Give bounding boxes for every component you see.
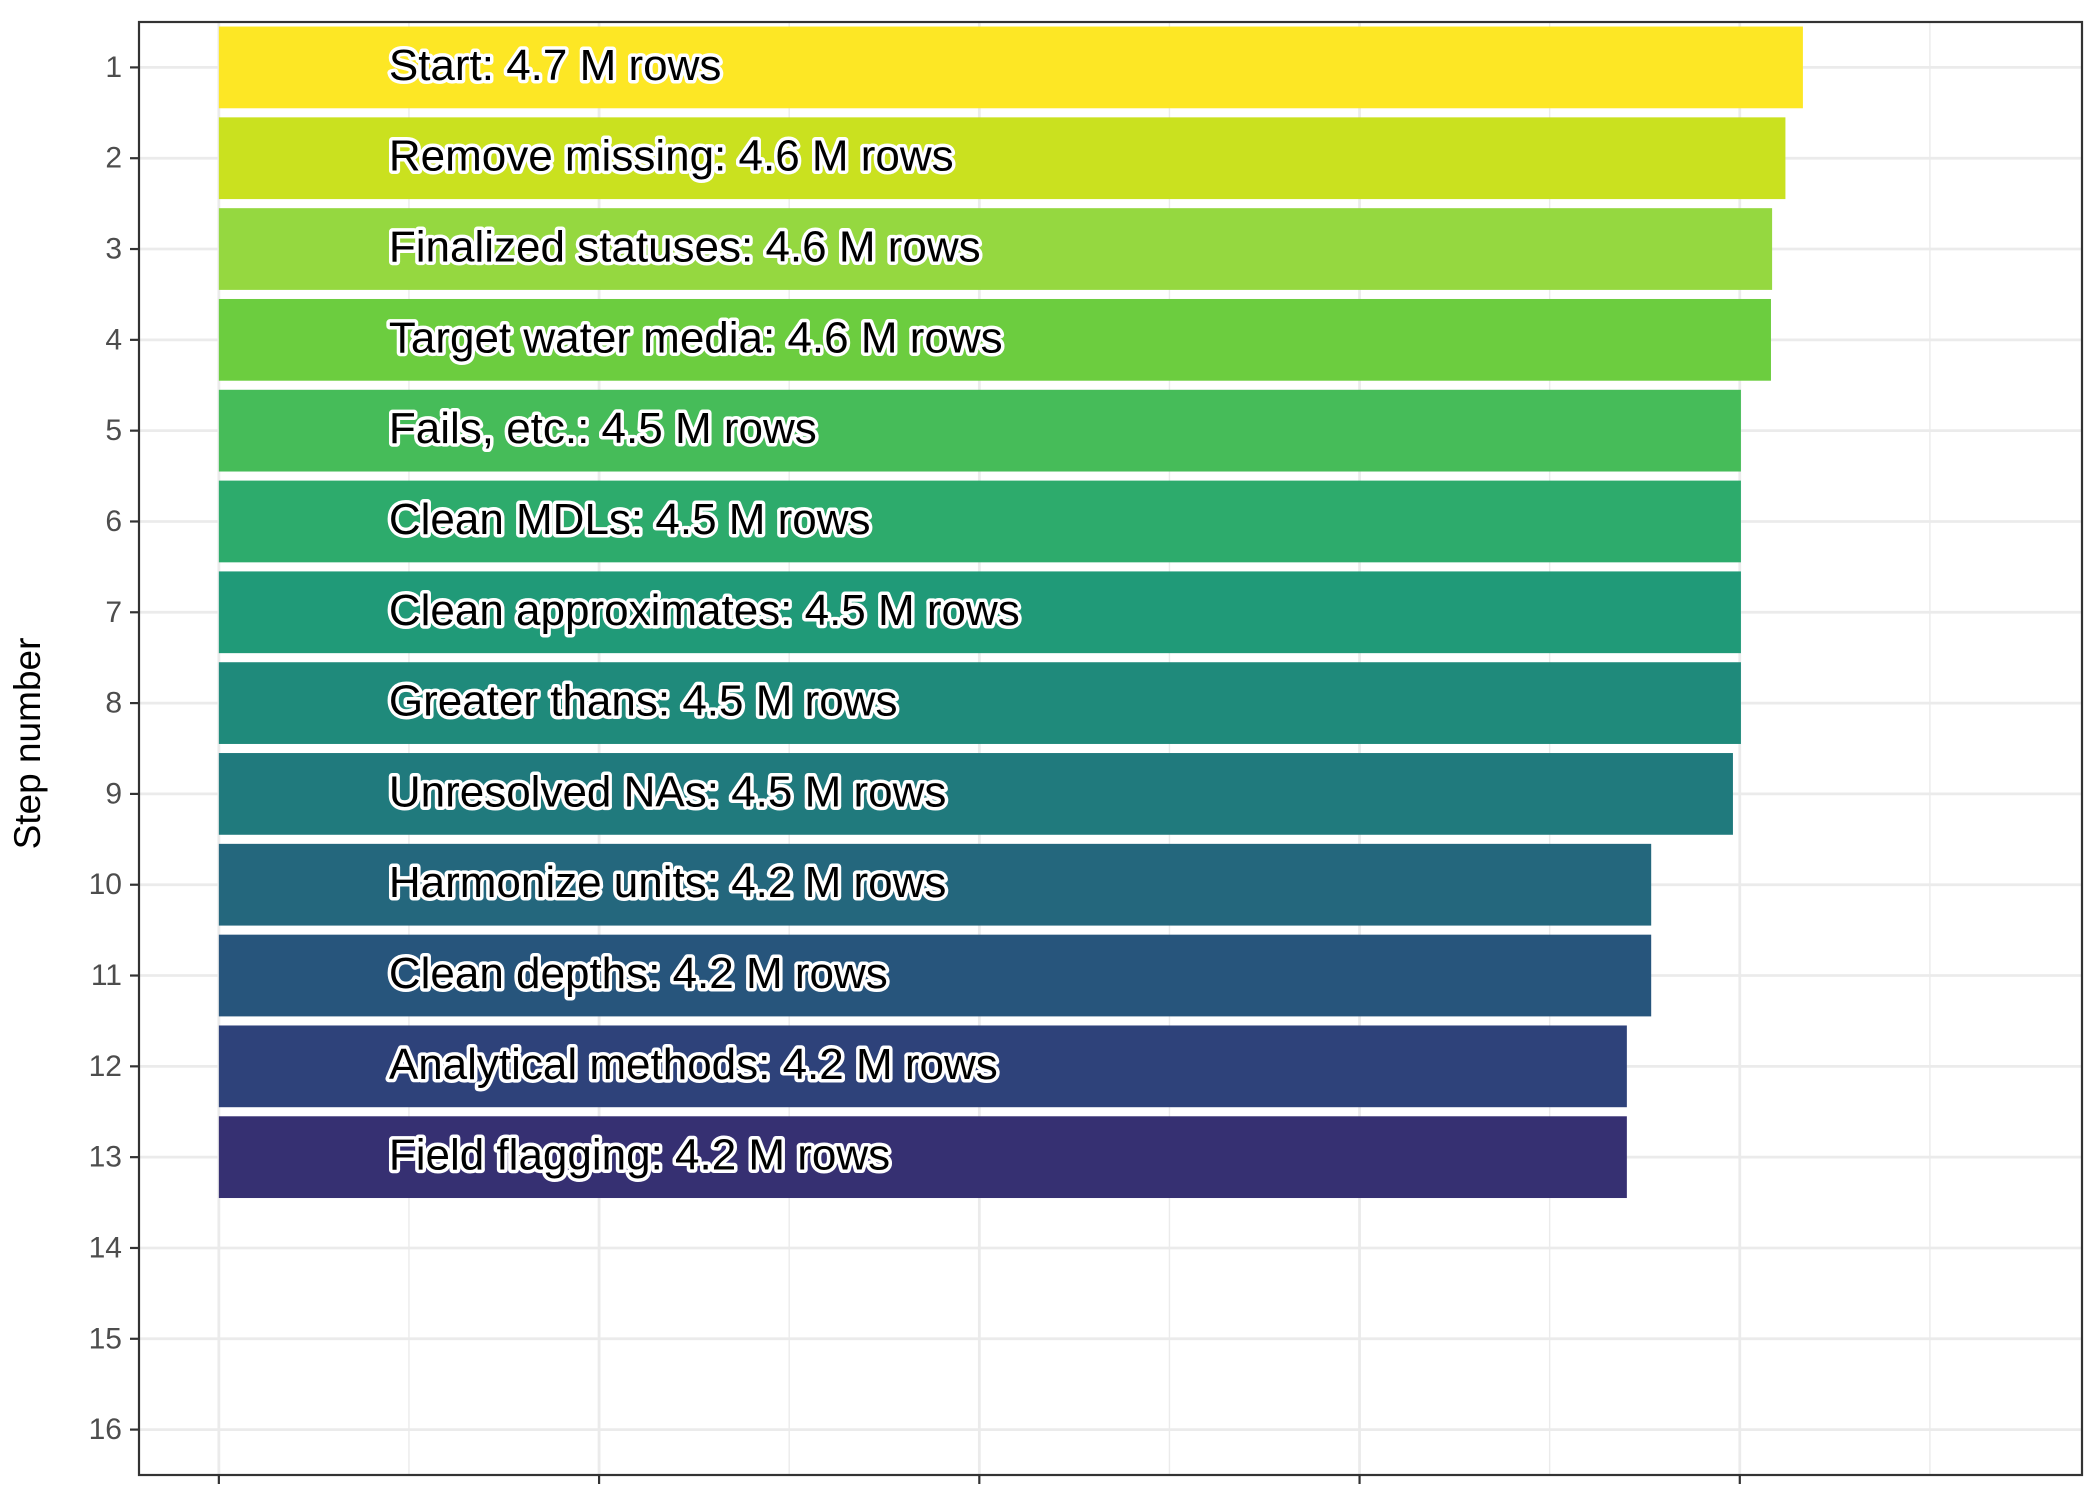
bar-label-step-5: Fails, etc.: 4.5 M rows: [389, 404, 817, 453]
y-tick-label: 13: [89, 1141, 122, 1174]
y-tick-label: 5: [105, 414, 122, 447]
y-tick-label: 14: [89, 1231, 122, 1264]
bar-label-step-9: Unresolved NAs: 4.5 M rows: [389, 767, 947, 816]
y-tick-label: 8: [105, 687, 122, 720]
y-tick-label: 9: [105, 777, 122, 810]
y-tick-label: 10: [89, 868, 122, 901]
bar-label-step-13: Field flagging: 4.2 M rows: [389, 1131, 890, 1180]
bar-label-step-6: Clean MDLs: 4.5 M rows: [389, 495, 871, 544]
y-tick-label: 1: [105, 51, 122, 84]
y-tick-label: 6: [105, 505, 122, 538]
y-tick-label: 11: [91, 959, 122, 992]
bar-label-step-8: Greater thans: 4.5 M rows: [389, 677, 898, 726]
bar-label-step-3: Finalized statuses: 4.6 M rows: [389, 223, 981, 272]
y-tick-label: 7: [105, 596, 122, 629]
bar-label-step-1: Start: 4.7 M rows: [389, 41, 722, 90]
y-axis-title: Step number: [7, 638, 48, 850]
y-tick-label: 2: [105, 142, 122, 175]
bar-label-step-2: Remove missing: 4.6 M rows: [389, 132, 954, 181]
bar-label-step-10: Harmonize units: 4.2 M rows: [389, 858, 947, 907]
y-tick-label: 15: [89, 1322, 122, 1355]
step-bar-chart: Start: 4.7 M rows Remove missing: 4.6 M r…: [0, 0, 2100, 1500]
bar-label-step-11: Clean depths: 4.2 M rows: [389, 949, 888, 998]
y-tick-label: 4: [105, 323, 122, 356]
y-tick-label: 3: [105, 233, 122, 266]
y-tick-label: 16: [89, 1413, 122, 1446]
y-tick-label: 12: [89, 1050, 122, 1083]
bar-label-step-4: Target water media: 4.6 M rows: [389, 313, 1003, 362]
bar-label-step-12: Analytical methods: 4.2 M rows: [389, 1040, 998, 1089]
bar-label-step-7: Clean approximates: 4.5 M rows: [389, 586, 1020, 635]
